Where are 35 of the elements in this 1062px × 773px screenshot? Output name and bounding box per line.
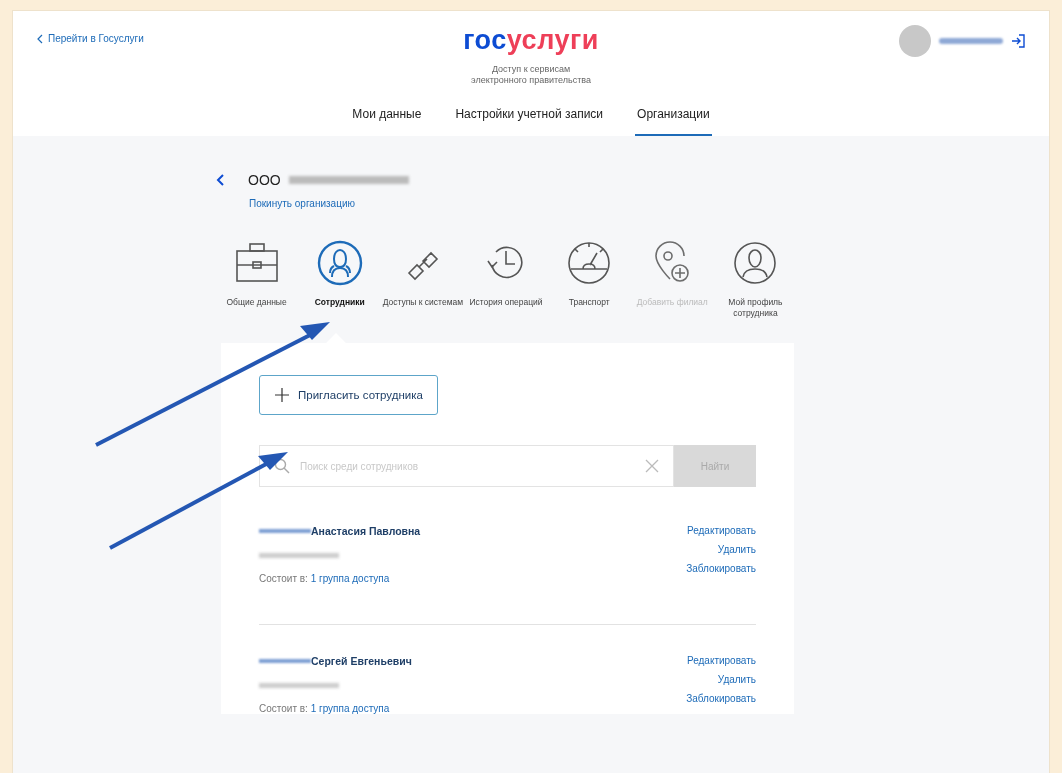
blurred-surname	[259, 659, 311, 664]
employee-action-link[interactable]: Удалить	[717, 544, 756, 556]
employee-action-link[interactable]: Удалить	[717, 674, 756, 686]
membership-label: Состоит в:	[259, 573, 308, 585]
section-tab[interactable]: Транспорт	[548, 238, 630, 320]
nav-tab[interactable]: Настройки учетной записи	[453, 100, 606, 136]
section-tab[interactable]: Общие данные	[216, 238, 298, 320]
nav-tab[interactable]: Мои данные	[350, 100, 424, 136]
logout-icon[interactable]	[1011, 34, 1025, 48]
logo[interactable]: госуслуги	[463, 25, 599, 56]
subtitle: Доступ к сервисам электронного правительства	[471, 64, 591, 87]
people-icon	[315, 238, 364, 287]
employee-action-link[interactable]: Редактировать	[686, 525, 756, 537]
organization-name: ООО	[248, 171, 281, 188]
access-group-link[interactable]: 1 группа доступа	[310, 573, 390, 585]
employee-action-link[interactable]: Заблокировать	[686, 563, 756, 575]
section-tab[interactable]: Доступы к системам	[382, 238, 464, 320]
section-tab[interactable]: Мой профиль сотрудника	[714, 238, 796, 320]
employee-name[interactable]: Сергей Евгеньевич	[311, 655, 412, 668]
access-group-link[interactable]: 1 группа доступа	[310, 703, 390, 715]
plus-icon	[274, 387, 290, 404]
section-tab[interactable]: Сотрудники	[299, 238, 381, 320]
employee-action-link[interactable]: Редактировать	[686, 655, 756, 667]
chevron-left-icon	[37, 33, 43, 44]
membership-label: Состоит в:	[259, 703, 308, 715]
blurred-surname	[259, 529, 311, 534]
leave-organization-link[interactable]: Покинуть организацию	[249, 197, 796, 209]
employee-action-link[interactable]: Заблокировать	[686, 693, 756, 705]
blurred-name	[939, 38, 1003, 44]
invite-employee-button[interactable]: Пригласить сотрудника	[259, 375, 438, 416]
back-link[interactable]: Перейти в Госуслуги	[48, 33, 144, 44]
employee-name[interactable]: Анастасия Павловна	[311, 525, 421, 538]
section-tab[interactable]: История операций	[465, 238, 547, 320]
nav-tab[interactable]: Организации	[635, 100, 712, 136]
back-chevron-icon[interactable]	[216, 172, 226, 187]
